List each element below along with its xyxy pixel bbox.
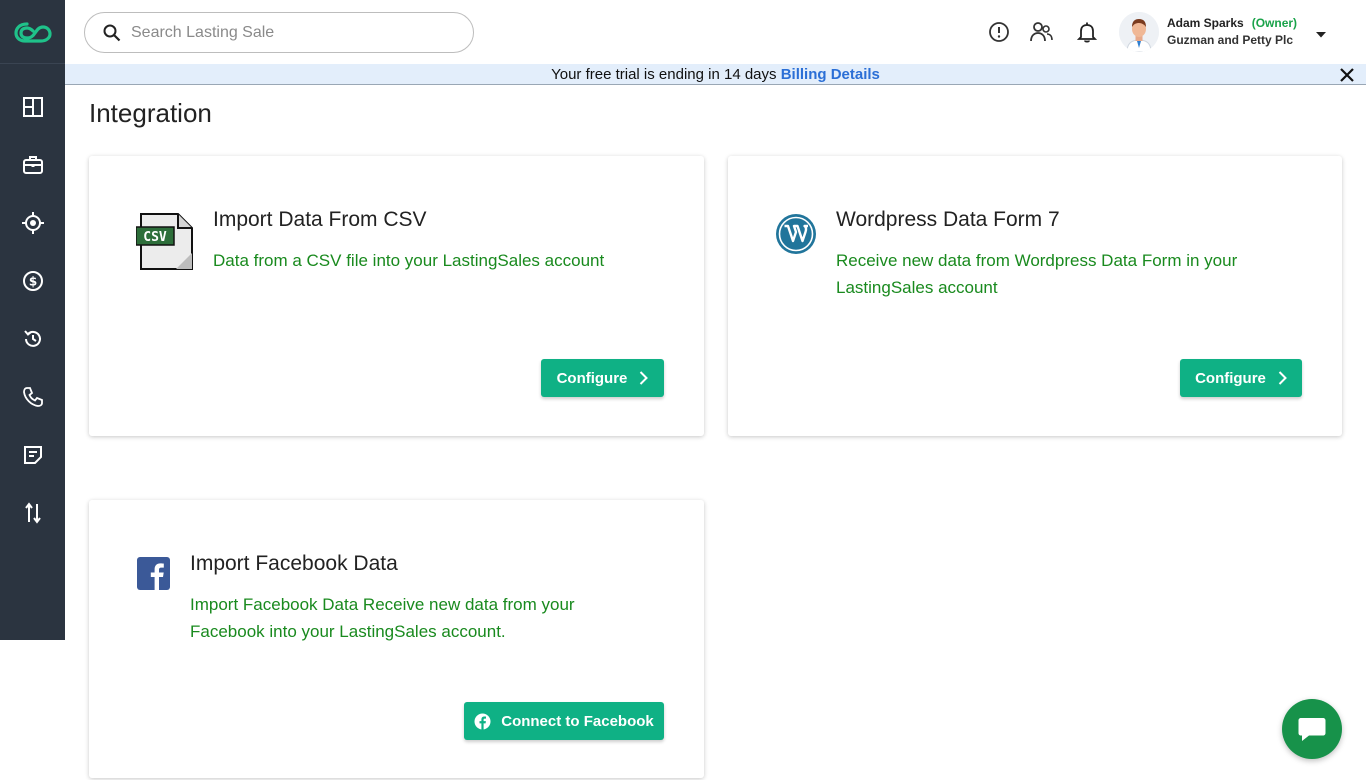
card-description: Receive new data from Wordpress Data For… xyxy=(836,251,1238,297)
card-title: Wordpress Data Form 7 xyxy=(836,208,1060,231)
card-description: Import Facebook Data Receive new data fr… xyxy=(190,595,575,641)
chevron-right-icon xyxy=(640,371,649,385)
user-role: (Owner) xyxy=(1251,16,1298,30)
dollar-icon: $ xyxy=(22,271,43,291)
button-label: Configure xyxy=(556,369,628,387)
caret-down-icon xyxy=(1316,32,1326,38)
sidebar-item-history[interactable] xyxy=(0,317,65,361)
configure-csv-button[interactable]: Configure xyxy=(541,359,664,397)
sidebar-item-dashboard[interactable] xyxy=(0,85,65,129)
sidebar-item-integrations[interactable] xyxy=(0,491,65,535)
sidebar-item-leads[interactable] xyxy=(0,201,65,245)
card-title: Import Facebook Data xyxy=(190,552,398,575)
configure-wordpress-button[interactable]: Configure xyxy=(1180,359,1302,397)
team-button[interactable] xyxy=(1029,20,1053,44)
sidebar-item-billing[interactable]: $ xyxy=(0,259,65,303)
user-name: Adam Sparks (Owner) xyxy=(1167,16,1297,30)
close-icon xyxy=(1340,68,1354,82)
avatar[interactable] xyxy=(1119,12,1159,52)
users-icon xyxy=(1030,22,1053,42)
wordpress-icon xyxy=(776,214,816,254)
target-icon xyxy=(21,212,44,234)
integration-card-facebook: Import Facebook Data Import Facebook Dat… xyxy=(89,500,704,778)
notes-icon xyxy=(23,446,42,464)
info-button[interactable] xyxy=(987,20,1011,44)
topbar: Adam Sparks (Owner) Guzman and Petty Plc xyxy=(65,0,1366,64)
card-description: Data from a CSV file into your LastingSa… xyxy=(213,251,605,270)
alert-circle-icon xyxy=(989,22,1009,42)
user-menu-toggle[interactable] xyxy=(1315,26,1327,44)
search-bar[interactable] xyxy=(84,12,474,53)
sidebar-item-calls[interactable] xyxy=(0,375,65,419)
billing-details-link[interactable]: Billing Details xyxy=(781,66,880,83)
search-input[interactable] xyxy=(131,23,451,42)
history-icon xyxy=(23,330,41,347)
user-company: Guzman and Petty Plc xyxy=(1167,33,1294,47)
sidebar-item-deals[interactable] xyxy=(0,143,65,187)
phone-icon xyxy=(22,387,43,407)
chat-bubble-icon xyxy=(1298,718,1326,741)
integration-card-csv: CSV Import Data From CSV Data from a CSV… xyxy=(89,156,704,436)
transfer-icon xyxy=(24,502,41,524)
facebook-circle-icon xyxy=(474,713,491,730)
trial-banner: Your free trial is ending in 14 days Bil… xyxy=(65,64,1366,85)
notifications-button[interactable] xyxy=(1075,20,1099,44)
user-name-text: Adam Sparks xyxy=(1167,16,1244,30)
card-title: Import Data From CSV xyxy=(213,208,427,231)
sidebar: $ xyxy=(0,0,65,640)
csv-icon-label: CSV xyxy=(143,230,167,245)
search-icon xyxy=(103,24,121,41)
chevron-right-icon xyxy=(1278,371,1287,385)
lastingsales-logo-icon xyxy=(13,21,52,43)
user-avatar-icon xyxy=(1119,12,1159,52)
app-logo[interactable] xyxy=(0,0,65,64)
integration-card-wordpress: Wordpress Data Form 7 Receive new data f… xyxy=(728,156,1342,436)
sidebar-item-notes[interactable] xyxy=(0,433,65,477)
dashboard-icon xyxy=(22,97,43,117)
banner-close-button[interactable] xyxy=(1340,67,1354,89)
bell-icon xyxy=(1077,22,1097,43)
connect-facebook-button[interactable]: Connect to Facebook xyxy=(464,702,664,740)
csv-file-icon: CSV xyxy=(136,213,193,270)
trial-text: Your free trial is ending in 14 days xyxy=(551,66,777,83)
facebook-icon xyxy=(137,557,170,590)
button-label: Configure xyxy=(1195,369,1266,387)
chat-button[interactable] xyxy=(1282,699,1342,759)
briefcase-icon xyxy=(22,156,43,174)
page-title: Integration xyxy=(89,98,212,128)
svg-text:$: $ xyxy=(28,275,36,289)
button-label: Connect to Facebook xyxy=(501,712,654,730)
